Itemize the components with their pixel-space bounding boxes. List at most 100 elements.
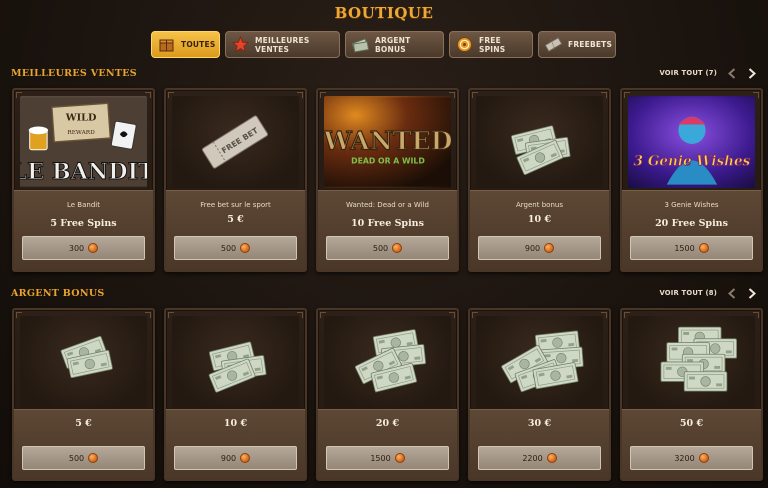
tab-argent-bonus[interactable]: ARGENT BONUS (345, 31, 444, 58)
product-card[interactable]: FREE BET Free bet sur le sport 5 € 500 (164, 88, 307, 272)
coin-icon (394, 453, 405, 463)
product-name: Argent bonus (516, 201, 563, 209)
product-card[interactable]: 10 € 900 (164, 308, 307, 481)
svg-text:WILD: WILD (65, 113, 97, 124)
see-all-link[interactable]: VOIR TOUT (8) (659, 289, 717, 297)
chevron-right-icon[interactable] (747, 67, 757, 79)
cash-image (476, 96, 603, 188)
buy-button[interactable]: 900 (174, 446, 297, 470)
product-name: 3 Genie Wishes (664, 201, 719, 209)
coin-icon (240, 243, 251, 253)
product-row: WILD REWARD LE BANDIT Le Bandit 5 Free S… (12, 88, 763, 272)
tab-label: FREEBETS (568, 40, 613, 49)
product-prize: 30 € (527, 418, 552, 429)
cash-image (628, 316, 755, 411)
product-prize: 10 € (223, 418, 248, 429)
game-thumbnail: WILD REWARD LE BANDIT (20, 96, 147, 188)
game-logo-text: 3 Genie Wishes (634, 153, 751, 169)
coin-icon (240, 453, 251, 463)
coin-icon (88, 453, 99, 463)
tab-toutes[interactable]: TOUTES (151, 31, 220, 58)
buy-button[interactable]: 500 (22, 446, 145, 470)
ticket-image: FREE BET (172, 96, 299, 188)
coin-icon (544, 243, 555, 253)
product-prize: 20 Free Spins (655, 218, 728, 229)
price-value: 1500 (674, 243, 695, 253)
product-name: Free bet sur le sport (200, 201, 271, 209)
cash-icon (352, 36, 369, 53)
product-prize: 5 Free Spins (50, 218, 117, 229)
buy-button[interactable]: 1500 (326, 446, 449, 470)
tab-free-spins[interactable]: FREE SPINS (449, 31, 533, 58)
price-value: 1500 (370, 453, 391, 463)
cash-image (20, 316, 147, 411)
product-name: Wanted: Dead or a Wild (346, 201, 429, 209)
section-header: MEILLEURES VENTES VOIR TOUT (7) (11, 66, 757, 80)
game-thumbnail: 3 Genie Wishes (628, 96, 755, 188)
spin-icon (456, 36, 473, 53)
tab-label: ARGENT BONUS (375, 35, 411, 54)
tab-label: MEILLEURES VENTES (255, 35, 310, 54)
svg-text:REWARD: REWARD (67, 130, 95, 136)
buy-button[interactable]: 2200 (478, 446, 601, 470)
section-nav: VOIR TOUT (8) (659, 287, 757, 299)
product-prize: 10 € (527, 214, 552, 225)
coin-icon (546, 453, 557, 463)
buy-button[interactable]: 500 (174, 236, 297, 260)
price-value: 2200 (522, 453, 543, 463)
price-value: 900 (524, 243, 541, 253)
coin-icon (698, 453, 709, 463)
product-card[interactable]: WILD REWARD LE BANDIT Le Bandit 5 Free S… (12, 88, 155, 272)
section-nav: VOIR TOUT (7) (659, 67, 757, 79)
product-prize: 10 Free Spins (351, 218, 424, 229)
tab-label: TOUTES (181, 40, 216, 49)
product-card[interactable]: WANTED DEAD OR A WILD Wanted: Dead or a … (316, 88, 459, 272)
price-value: 500 (220, 243, 237, 253)
chevron-left-icon[interactable] (727, 67, 737, 79)
product-row: 5 € 500 10 € 900 20 € 1500 30 € 2200 50 … (12, 308, 763, 481)
buy-button[interactable]: 500 (326, 236, 449, 260)
price-value: 300 (68, 243, 85, 253)
cash-image (324, 316, 451, 411)
tab-meilleures-ventes[interactable]: MEILLEURES VENTES (225, 31, 340, 58)
cash-image (476, 316, 603, 411)
buy-button[interactable]: 1500 (630, 236, 753, 260)
section-title: MEILLEURES VENTES (11, 67, 137, 79)
product-name: Le Bandit (67, 201, 100, 209)
section-header: ARGENT BONUS VOIR TOUT (8) (11, 286, 757, 300)
see-all-link[interactable]: VOIR TOUT (7) (659, 69, 717, 77)
ticket-icon (545, 36, 562, 53)
game-thumbnail: WANTED DEAD OR A WILD (324, 96, 451, 188)
product-prize: 20 € (375, 418, 400, 429)
tab-freebets[interactable]: FREEBETS (538, 31, 616, 58)
product-card[interactable]: 50 € 3200 (620, 308, 763, 481)
game-logo-text: LE BANDIT (20, 159, 147, 185)
game-logo-subtext: DEAD OR A WILD (351, 156, 425, 165)
product-card[interactable]: 30 € 2200 (468, 308, 611, 481)
coin-icon (698, 243, 709, 253)
category-tabs: TOUTES MEILLEURES VENTES ARGENT BONUS FR… (151, 31, 616, 58)
buy-button[interactable]: 300 (22, 236, 145, 260)
section-title: ARGENT BONUS (11, 287, 105, 299)
coin-icon (88, 243, 99, 253)
cash-image (172, 316, 299, 411)
buy-button[interactable]: 3200 (630, 446, 753, 470)
product-prize: 5 € (227, 214, 244, 225)
game-logo-text: WANTED (324, 126, 451, 156)
price-value: 3200 (674, 453, 695, 463)
product-card[interactable]: Argent bonus 10 € 900 (468, 88, 611, 272)
chevron-left-icon[interactable] (727, 287, 737, 299)
price-value: 500 (68, 453, 85, 463)
price-value: 900 (220, 453, 237, 463)
chevron-right-icon[interactable] (747, 287, 757, 299)
buy-button[interactable]: 900 (478, 236, 601, 260)
product-card[interactable]: 20 € 1500 (316, 308, 459, 481)
price-value: 500 (372, 243, 389, 253)
tab-label: FREE SPINS (479, 35, 506, 54)
product-card[interactable]: 3 Genie Wishes 3 Genie Wishes 20 Free Sp… (620, 88, 763, 272)
coin-icon (392, 243, 403, 253)
crate-icon (158, 36, 175, 53)
product-card[interactable]: 5 € 500 (12, 308, 155, 481)
product-prize: 5 € (75, 418, 92, 429)
page-title: BOUTIQUE (334, 4, 434, 22)
